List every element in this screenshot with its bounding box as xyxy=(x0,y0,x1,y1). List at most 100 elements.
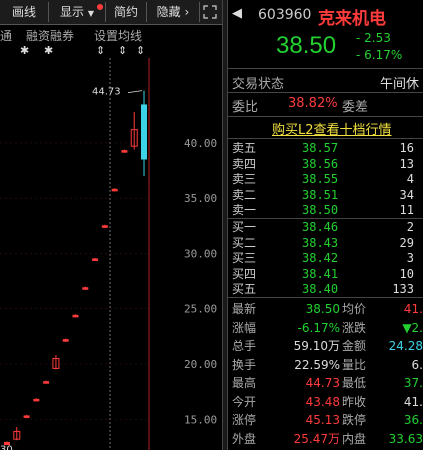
partial-label: 通 xyxy=(0,29,13,43)
ask-price: 38.57 xyxy=(302,141,339,155)
low-price-label: 30 xyxy=(0,445,13,450)
stat-value: 25.47万 xyxy=(293,431,340,446)
draw-button[interactable]: 画线 xyxy=(0,2,49,22)
hide-button[interactable]: 隐藏 › xyxy=(147,2,200,22)
ask-volume: 16 xyxy=(399,141,414,155)
candle-body xyxy=(141,104,147,160)
stat-row: 总手 59.10万 金额 24.28 xyxy=(232,337,423,355)
bid-price: 38.43 xyxy=(302,235,339,250)
stat-row: 涨幅 -6.17% 涨跌 ▼2. xyxy=(232,319,423,337)
ask-price: 38.56 xyxy=(302,156,339,171)
stat-value: 41. xyxy=(403,302,423,316)
collapse-arrow-icon[interactable]: ◀ xyxy=(232,6,242,21)
stat-value: 38.50 xyxy=(305,302,340,316)
stat-value: 6. xyxy=(411,357,423,372)
stat-label: 涨幅 xyxy=(232,320,257,335)
stat-value: 37. xyxy=(403,376,423,390)
ask-row[interactable]: 卖三 38.55 4 xyxy=(232,172,422,187)
stat-label: 均价 xyxy=(342,302,367,316)
kline-panel: 画线 显示 ▼ 简约 隐藏 › 通 融资融券 设置均线 ✱ ✱ ⇕ ⇕ ⇕ 40… xyxy=(0,0,222,450)
stat-value: 24.28 xyxy=(388,339,423,353)
ask-volume: 13 xyxy=(399,156,414,171)
stat-value: 36. xyxy=(403,413,423,427)
ask-price: 38.50 xyxy=(302,203,339,217)
ratio-value: 38.82% xyxy=(288,96,338,111)
stat-row: 最新 38.50 均价 41. xyxy=(232,300,423,318)
bid-row[interactable]: 买一 38.46 2 xyxy=(232,220,422,235)
buy-l2-link[interactable]: 购买L2查看十档行情 xyxy=(272,119,392,138)
stat-label: 换手 xyxy=(232,357,257,372)
fullscreen-icon[interactable] xyxy=(200,2,220,22)
asterisk-icon: ✱ xyxy=(20,44,30,57)
stock-code: 603960 xyxy=(258,7,312,23)
stat-label: 量比 xyxy=(342,357,367,372)
stat-row: 换手 22.59% 量比 6. xyxy=(232,356,423,374)
ask-row[interactable]: 卖二 38.51 34 xyxy=(232,188,422,203)
y-tick-label: 40.00 xyxy=(184,137,217,150)
bid-row[interactable]: 买三 38.42 3 xyxy=(232,251,422,266)
dropdown-arrow-icon: ▼ xyxy=(87,9,94,18)
double-arrow-icon: ⇕ xyxy=(96,44,106,57)
quote-panel: ◀ 603960 克来机电 38.50 - 2.53 - 6.17% 交易状态 … xyxy=(228,0,423,450)
stat-label: 跌停 xyxy=(342,413,367,427)
ask-volume: 34 xyxy=(399,187,414,202)
stat-value: 43.48 xyxy=(305,394,340,409)
ma-settings-button[interactable]: 设置均线 xyxy=(94,27,142,44)
chart-toolbar: 画线 显示 ▼ 简约 隐藏 › xyxy=(0,0,222,25)
candle-body xyxy=(121,150,128,153)
candle-body xyxy=(111,188,118,192)
stat-label: 总手 xyxy=(232,339,257,353)
stat-label: 金额 xyxy=(342,339,367,353)
show-button[interactable]: 显示 ▼ xyxy=(49,2,106,22)
simple-button[interactable]: 简约 xyxy=(106,2,147,22)
bid-row[interactable]: 买二 38.43 29 xyxy=(232,236,422,251)
trade-status-value: 午间休 xyxy=(380,77,420,92)
simple-label: 简约 xyxy=(113,5,138,19)
margin-trading-tab[interactable]: 融资融券 xyxy=(26,27,74,44)
stat-label: 最低 xyxy=(342,376,367,390)
ask-volume: 11 xyxy=(399,203,414,217)
stat-value: 22.59% xyxy=(294,357,340,372)
stat-value: 41. xyxy=(403,394,423,409)
ask-row[interactable]: 卖一 38.50 11 xyxy=(232,203,422,218)
double-arrow-icon: ⇕ xyxy=(136,44,146,57)
candle-body xyxy=(62,339,69,342)
bid-row[interactable]: 买四 38.41 10 xyxy=(232,267,422,282)
stat-value: 33.63 xyxy=(388,431,423,446)
double-arrow-icon: ⇕ xyxy=(118,44,128,57)
bid-volume: 2 xyxy=(406,220,414,234)
bid-row[interactable]: 买五 38.40 133 xyxy=(232,282,422,297)
candle-body xyxy=(92,258,99,261)
ask-level: 卖二 xyxy=(232,187,257,202)
bid-volume: 3 xyxy=(406,251,414,265)
last-price: 38.50 xyxy=(276,32,337,59)
trade-status-label: 交易状态 xyxy=(232,77,285,92)
bid-price: 38.40 xyxy=(302,282,339,296)
candle-body xyxy=(23,415,30,418)
ask-volume: 4 xyxy=(406,172,414,186)
notification-dot-icon xyxy=(97,4,103,10)
y-tick-label: 35.00 xyxy=(184,192,217,205)
stat-value: -6.17% xyxy=(297,320,340,335)
bid-price: 38.46 xyxy=(302,220,339,234)
y-tick-label: 15.00 xyxy=(184,413,217,426)
ask-level: 卖四 xyxy=(232,156,257,171)
candle-body xyxy=(43,381,50,384)
asterisk-icon: ✱ xyxy=(44,44,54,57)
ask-level: 卖五 xyxy=(232,141,257,155)
ask-level: 卖三 xyxy=(232,172,257,186)
ask-price: 38.51 xyxy=(302,187,339,202)
y-tick-label: 30.00 xyxy=(184,247,217,260)
ask-row[interactable]: 卖五 38.57 16 xyxy=(232,141,422,156)
high-pointer xyxy=(127,90,143,94)
stat-value: 44.73 xyxy=(305,376,340,390)
bid-price: 38.41 xyxy=(302,266,339,281)
candlestick-chart: 40.00 35.00 30.00 25.00 20.00 15.00 44.73 30 xyxy=(0,58,217,450)
candle-body xyxy=(72,314,79,318)
stat-label: 最新 xyxy=(232,302,257,316)
ask-row[interactable]: 卖四 38.56 13 xyxy=(232,157,422,172)
stat-label: 涨停 xyxy=(232,413,257,427)
price-change: - 2.53 xyxy=(356,31,391,45)
stat-label: 内盘 xyxy=(342,431,367,446)
hide-label: 隐藏 xyxy=(156,5,181,19)
